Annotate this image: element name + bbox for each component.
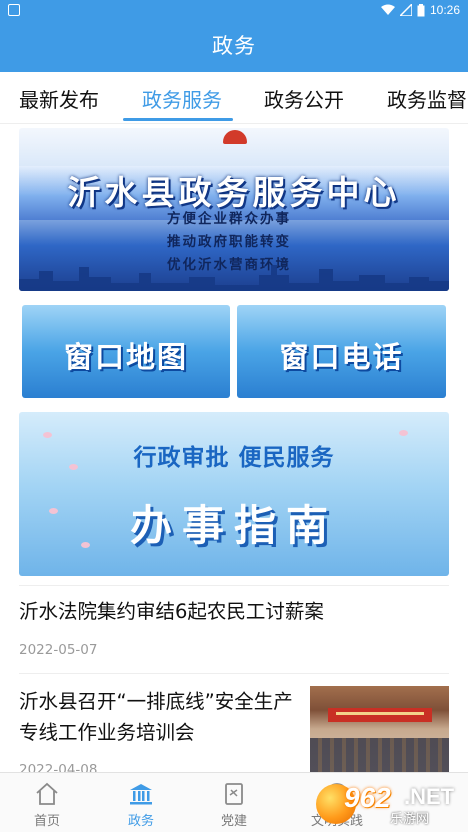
page-title: 政务 [212, 34, 256, 58]
tab-gov-public[interactable]: 政务公开 [264, 84, 344, 113]
party-book-icon [225, 783, 243, 805]
government-building-icon [130, 784, 152, 805]
banner-slogan: 推动政府职能转变 [167, 234, 291, 250]
window-map-label: 窗口地图 [63, 340, 188, 374]
nav-party-building[interactable]: 党建 [189, 773, 279, 832]
window-map-button[interactable]: 窗口地图 [22, 305, 230, 398]
guide-title: 办事指南 [129, 501, 338, 550]
active-tab-indicator [123, 118, 233, 121]
tab-latest[interactable]: 最新发布 [19, 84, 99, 113]
category-tabs: 最新发布 政务服务 政务公开 政务监督 [0, 72, 468, 124]
window-phone-button[interactable]: 窗口电话 [237, 305, 446, 398]
news-item-title[interactable]: 沂水县召开“一排底线”安全生产专线工作业务培训会 [19, 686, 301, 748]
site-watermark: 962 .NET 乐游网 [316, 778, 462, 827]
window-phone-label: 窗口电话 [279, 340, 404, 374]
service-guide-banner[interactable]: 行政审批 便民服务 办事指南 [19, 412, 449, 576]
status-time: 10:26 [429, 3, 460, 17]
banner-slogan: 方便企业群众办事 [167, 211, 291, 227]
guide-subtitle: 行政审批 便民服务 [133, 445, 335, 471]
app-header: 10:26 政务 [0, 0, 468, 72]
nav-home[interactable]: 首页 [2, 773, 92, 832]
tab-gov-supervision[interactable]: 政务监督 [387, 84, 467, 113]
nav-government[interactable]: 政务 [96, 773, 186, 832]
emblem-icon [223, 130, 247, 144]
city-skyline-icon [19, 265, 449, 291]
status-bar: 10:26 [0, 0, 468, 20]
notification-icon [8, 4, 20, 16]
news-thumbnail[interactable] [310, 686, 449, 772]
news-item-title[interactable]: 沂水法院集约审结6起农民工讨薪案 [19, 596, 324, 627]
signal-icon [399, 4, 412, 16]
news-item-date: 2022-05-07 [19, 642, 98, 658]
wifi-icon [380, 4, 395, 15]
service-center-banner[interactable]: 沂水县政务服务中心 方便企业群众办事 推动政府职能转变 优化沂水营商环境 [19, 128, 449, 291]
tab-gov-service[interactable]: 政务服务 [142, 84, 222, 113]
battery-icon [417, 3, 425, 16]
home-icon [36, 782, 58, 805]
